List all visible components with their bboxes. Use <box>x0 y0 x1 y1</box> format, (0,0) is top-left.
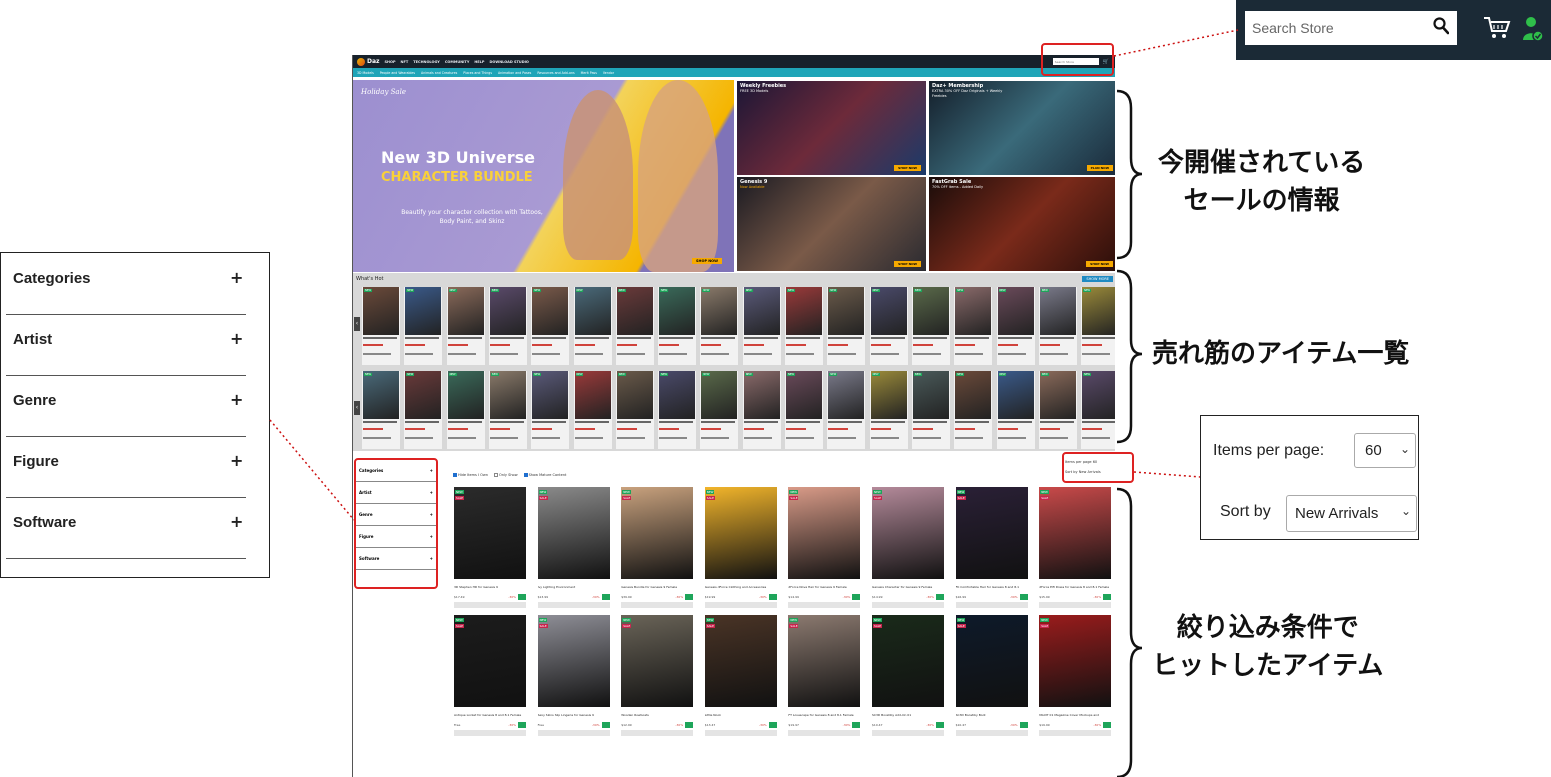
annotation-filtered-items: 絞り込み条件で ヒットしたアイテム <box>1152 613 1384 681</box>
annotation-bestsellers: 売れ筋のアイテム一覧 <box>1152 339 1410 369</box>
annotation-sales: 今開催されている セールの情報 <box>1158 148 1366 216</box>
